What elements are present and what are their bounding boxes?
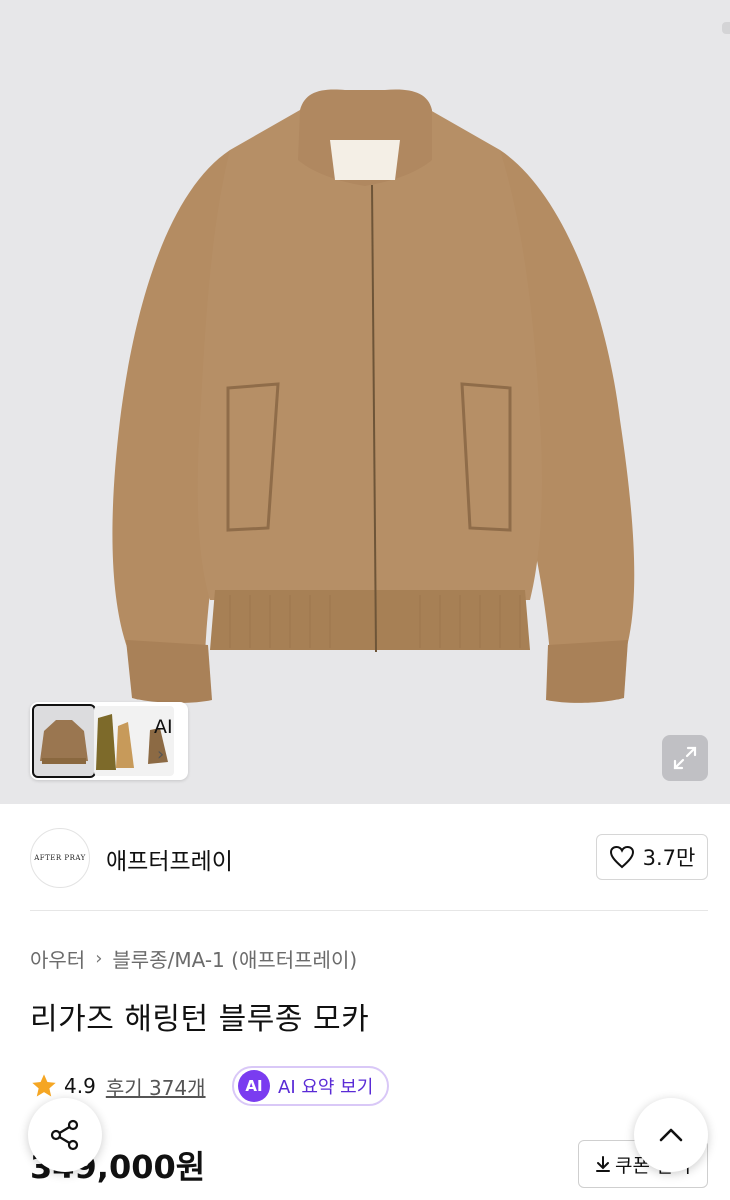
ai-gallery-label[interactable]: AI (154, 716, 173, 738)
divider (30, 910, 708, 911)
scroll-to-top-button[interactable] (634, 1098, 708, 1172)
download-icon (596, 1156, 611, 1172)
breadcrumb-item-blouson[interactable]: 블루종/MA-1 (애프터프레이) (112, 944, 357, 973)
star-icon (32, 1074, 56, 1097)
rating-score: 4.9 (64, 1074, 96, 1098)
thumbnail-jacket-image (40, 720, 88, 764)
breadcrumb-item-outer[interactable]: 아우터 (30, 944, 85, 973)
share-icon (50, 1119, 79, 1151)
like-button[interactable]: 3.7만 (596, 834, 708, 880)
chevron-right-icon[interactable]: › (157, 744, 164, 765)
expand-image-button[interactable] (662, 735, 708, 781)
thumbnail-strip[interactable] (30, 702, 188, 780)
reviews-link[interactable]: 후기 374개 (106, 1072, 206, 1101)
share-button[interactable] (28, 1098, 102, 1172)
thumbnail-front[interactable] (32, 704, 96, 778)
brand-name-link[interactable]: 애프터프레이 (106, 842, 233, 876)
product-title: 리가즈 해링턴 블루종 모카 (30, 1002, 370, 1037)
heart-icon (609, 845, 634, 869)
brand-logo[interactable]: AFTER PRAY (30, 828, 90, 888)
brand-logo-text: AFTER PRAY (34, 854, 86, 862)
chevron-right-icon: › (95, 948, 103, 969)
chevron-up-icon (659, 1128, 683, 1142)
ai-summary-label: AI 요약 보기 (278, 1077, 374, 1098)
ai-summary-button[interactable]: AI AI 요약 보기 (232, 1066, 390, 1106)
like-count: 3.7만 (642, 846, 696, 870)
ai-badge-icon: AI (238, 1070, 270, 1102)
product-photo (112, 89, 635, 703)
product-image-gallery[interactable]: AI › (0, 0, 730, 804)
breadcrumb: 아우터 › 블루종/MA-1 (애프터프레이) (30, 944, 357, 973)
expand-icon (673, 746, 697, 770)
